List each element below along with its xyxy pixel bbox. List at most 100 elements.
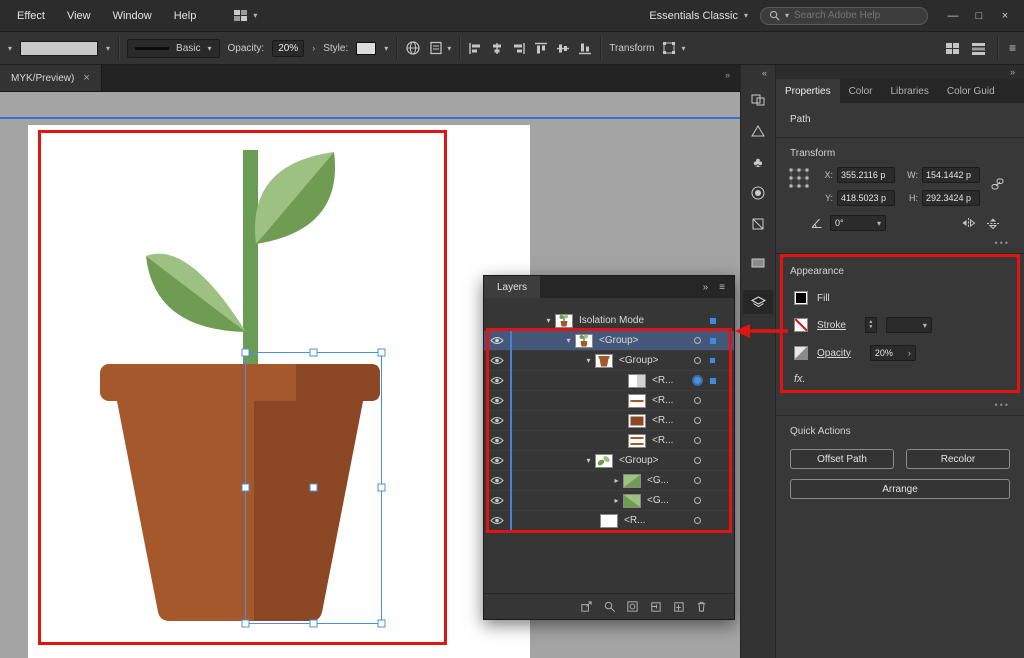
target-circle[interactable] xyxy=(694,417,701,424)
fill-label[interactable]: Fill xyxy=(817,293,830,304)
layer-label[interactable]: <R... xyxy=(652,435,673,446)
layer-row-rect[interactable]: <R... xyxy=(484,391,734,411)
locate-object-icon[interactable] xyxy=(603,600,616,613)
layer-label[interactable]: <R... xyxy=(652,375,673,386)
visibility-eye-icon[interactable] xyxy=(484,476,510,485)
height-field[interactable]: 292.3424 p xyxy=(922,190,980,206)
document-tab[interactable]: MYK/Preview) × xyxy=(0,65,102,91)
arrange-documents-icon[interactable] xyxy=(971,42,986,55)
opacity-swatch[interactable] xyxy=(794,346,808,360)
tab-close-icon[interactable]: × xyxy=(83,72,89,84)
y-field[interactable]: 418.5023 p xyxy=(837,190,895,206)
search-scope-caret-icon[interactable]: ▾ xyxy=(785,11,789,20)
recolor-button[interactable]: Recolor xyxy=(906,449,1010,469)
menu-item-help[interactable]: Help xyxy=(163,10,208,22)
transform-panel-link[interactable]: Transform xyxy=(609,43,654,54)
constrain-proportions-link-icon[interactable] xyxy=(991,177,1004,191)
panel-menu-icon[interactable]: ≡ xyxy=(1009,41,1016,55)
tab-color[interactable]: Color xyxy=(840,79,882,103)
opacity-label[interactable]: Opacity xyxy=(817,348,851,359)
shape-properties-panel-icon[interactable] xyxy=(743,119,773,143)
new-sublayer-icon[interactable] xyxy=(649,600,662,613)
layer-row-subgroup[interactable]: ▸ <G... xyxy=(484,471,734,491)
target-circle[interactable] xyxy=(694,357,701,364)
gradient-panel-icon[interactable] xyxy=(743,181,773,205)
layer-row-isolation-mode[interactable]: ▾ Isolation Mode xyxy=(484,311,734,331)
rotation-angle-field[interactable]: 0° ▾ xyxy=(830,215,886,231)
flip-horizontal-icon[interactable] xyxy=(961,217,976,229)
canvas-area[interactable]: Layers » ≡ ▾ Isolation Mode xyxy=(0,92,740,658)
align-right-icon[interactable] xyxy=(512,42,526,55)
stroke-color-swatch[interactable] xyxy=(794,318,808,332)
panel-menu-icon[interactable]: ≡ xyxy=(719,282,725,293)
layer-label[interactable]: <R... xyxy=(652,415,673,426)
opacity-field[interactable]: 20% xyxy=(272,40,304,57)
layer-label[interactable]: <R... xyxy=(624,515,645,526)
new-layer-icon[interactable] xyxy=(672,600,685,613)
tab-properties[interactable]: Properties xyxy=(776,79,840,103)
menu-item-view[interactable]: View xyxy=(56,10,102,22)
x-field[interactable]: 355.2116 p xyxy=(837,167,895,183)
align-bottom-icon[interactable] xyxy=(578,42,592,55)
visibility-eye-icon[interactable] xyxy=(484,356,510,365)
layers-panel[interactable]: Layers » ≡ ▾ Isolation Mode xyxy=(483,275,735,620)
tab-libraries[interactable]: Libraries xyxy=(881,79,937,103)
visibility-eye-icon[interactable] xyxy=(484,516,510,525)
menu-item-window[interactable]: Window xyxy=(102,10,163,22)
layer-label[interactable]: <Group> xyxy=(619,355,658,366)
document-setup-globe-icon[interactable] xyxy=(405,40,421,56)
layer-label[interactable]: Isolation Mode xyxy=(579,315,644,326)
target-circle[interactable] xyxy=(694,397,701,404)
effects-fx-button[interactable]: fx. xyxy=(776,367,1024,387)
align-top-icon[interactable] xyxy=(534,42,548,55)
visibility-eye-icon[interactable] xyxy=(484,336,510,345)
visibility-eye-icon[interactable] xyxy=(484,416,510,425)
variable-width-profile-swatch[interactable] xyxy=(20,41,98,56)
target-circle-active[interactable] xyxy=(694,377,701,384)
target-circle[interactable] xyxy=(694,457,701,464)
transform-panel-icon[interactable] xyxy=(743,212,773,236)
search-input[interactable] xyxy=(794,10,912,21)
collect-for-export-icon[interactable] xyxy=(580,600,593,613)
arrange-button[interactable]: Arrange xyxy=(790,479,1010,499)
layer-thumbnail[interactable] xyxy=(575,334,593,348)
offset-path-button[interactable]: Offset Path xyxy=(790,449,894,469)
layer-thumbnail[interactable] xyxy=(555,314,573,328)
menu-item-effect[interactable]: Effect xyxy=(6,10,56,22)
visibility-eye-icon[interactable] xyxy=(484,456,510,465)
layer-row-group-pot[interactable]: ▾ <Group> xyxy=(484,351,734,371)
layer-thumbnail[interactable] xyxy=(628,434,646,448)
expand-chevron-icon[interactable]: ▾ xyxy=(562,336,575,345)
stroke-weight-dropdown[interactable]: ▾ xyxy=(886,317,932,333)
expand-chevron-icon[interactable]: ▾ xyxy=(542,316,555,325)
workspace-selector[interactable]: Essentials Classic ▾ xyxy=(649,10,748,22)
width-field[interactable]: 154.1442 p xyxy=(922,167,980,183)
target-circle[interactable] xyxy=(694,337,701,344)
tab-color-guide[interactable]: Color Guid xyxy=(938,79,1004,103)
layer-row-rect[interactable]: <R... xyxy=(484,371,734,391)
expand-chevron-icon[interactable]: ▸ xyxy=(610,496,623,505)
visibility-eye-icon[interactable] xyxy=(484,496,510,505)
layer-row-group-leaves[interactable]: ▾ <Group> xyxy=(484,451,734,471)
target-circle[interactable] xyxy=(694,517,701,524)
graphic-style-swatch[interactable] xyxy=(356,42,376,55)
visibility-eye-icon[interactable] xyxy=(484,376,510,385)
layer-thumbnail[interactable] xyxy=(595,454,613,468)
target-circle[interactable] xyxy=(694,477,701,484)
layer-label[interactable]: <Group> xyxy=(619,455,658,466)
opacity-dropdown[interactable]: 20% › xyxy=(870,345,916,361)
delete-selection-trash-icon[interactable] xyxy=(695,600,708,613)
layer-row-rect[interactable]: <R... xyxy=(484,411,734,431)
layer-row-rect[interactable]: <R... xyxy=(484,511,734,531)
layer-thumbnail[interactable] xyxy=(600,514,618,528)
target-circle[interactable] xyxy=(694,497,701,504)
shape-mode-icon[interactable] xyxy=(945,42,960,55)
flip-vertical-icon[interactable] xyxy=(986,217,1000,230)
fill-dropdown-caret-icon[interactable]: ▾ xyxy=(8,44,12,53)
artboards-panel-icon[interactable] xyxy=(743,88,773,112)
expand-chevron-icon[interactable]: ▸ xyxy=(610,476,623,485)
opacity-menu-chevron-icon[interactable]: › xyxy=(312,43,315,53)
visibility-eye-icon[interactable] xyxy=(484,436,510,445)
adobe-help-search[interactable]: ▾ xyxy=(760,7,928,25)
fill-color-swatch[interactable] xyxy=(794,291,808,305)
